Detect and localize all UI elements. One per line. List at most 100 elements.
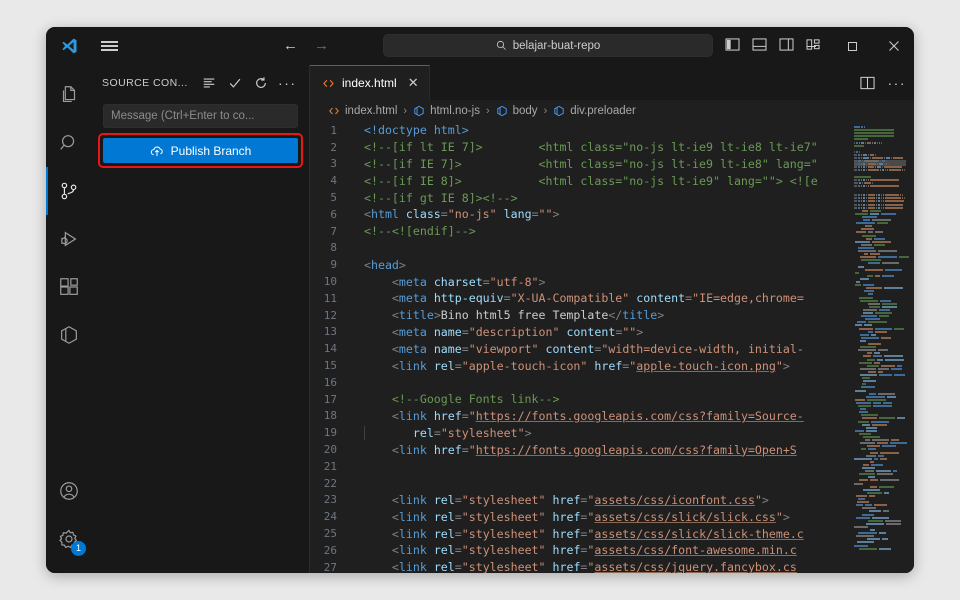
sidebar-item-extensions[interactable] (46, 263, 92, 311)
maximize-button[interactable] (832, 27, 873, 65)
minimap-line (855, 324, 862, 327)
sidebar-item-search[interactable] (46, 119, 92, 167)
minimap-line (894, 374, 905, 376)
minimap-line (861, 178, 862, 181)
minimap-line (865, 141, 866, 144)
source-control-body: Message (Ctrl+Enter to co... Publish Bra… (92, 100, 309, 168)
minimap-line (869, 305, 880, 308)
breadcrumb-item-div[interactable]: div.preloader (553, 105, 636, 117)
minimap-line (891, 157, 892, 159)
accounts-button[interactable] (46, 467, 92, 515)
minimap-line (867, 491, 882, 494)
minimap-line (879, 417, 895, 420)
code-line[interactable]: 14 <meta name="viewport" content="width=… (310, 340, 848, 357)
line-content: <title>Bino html5 free Template</title> (356, 308, 848, 322)
minimap-line (867, 141, 871, 144)
split-editor-icon[interactable] (859, 76, 875, 90)
code-line[interactable]: 23 <link rel="stylesheet" href="assets/c… (310, 492, 848, 509)
code-line[interactable]: 6 <html class="no-js" lang=""> (310, 206, 848, 223)
code-line[interactable]: 8 (310, 240, 848, 257)
toggle-panel-icon[interactable] (752, 38, 767, 51)
code-token: http-equiv (433, 291, 504, 306)
minimize-button[interactable] (791, 27, 832, 65)
breadcrumb-item-html[interactable]: html.no-js (413, 105, 480, 117)
code-token: = (461, 408, 469, 423)
close-button[interactable] (873, 27, 914, 65)
more-editor-actions-icon[interactable]: ··· (888, 76, 907, 90)
code-token: "stylesheet" (461, 526, 546, 541)
code-line[interactable]: 2 <!--[if lt IE 7]> <html class="no-js lt… (310, 139, 848, 156)
editor-tabs: index.html ✕ ··· (310, 65, 914, 100)
toggle-primary-sidebar-icon[interactable] (725, 38, 740, 51)
code-line[interactable]: 24 <link rel="stylesheet" href="assets/c… (310, 508, 848, 525)
sidebar-item-source-control[interactable] (46, 167, 92, 215)
code-token: > (782, 509, 790, 524)
minimap-line (879, 163, 883, 166)
sidebar-item-remote-explorer[interactable] (46, 311, 92, 359)
minimap-line (860, 339, 866, 342)
editor-vertical-scrollbar[interactable] (905, 122, 914, 573)
sidebar-item-explorer[interactable] (46, 71, 92, 119)
code-line[interactable]: 11 <meta http-equiv="X-UA-Compatible" co… (310, 290, 848, 307)
search-input[interactable]: belajar-buat-repo (383, 34, 713, 57)
minimap-line (870, 253, 880, 256)
code-line[interactable]: 13 <meta name="description" content=""> (310, 324, 848, 341)
code-token: <!--[if IE 8]> <html class="no-js lt-ie9… (364, 173, 818, 188)
tab-close-icon[interactable]: ✕ (408, 75, 419, 91)
commit-check-icon[interactable] (227, 74, 244, 91)
breadcrumb-item-file[interactable]: index.html (328, 105, 397, 117)
hamburger-menu-icon[interactable] (92, 39, 126, 53)
refresh-icon[interactable] (253, 74, 270, 91)
code-line[interactable]: 3 <!--[if IE 7]> <html class="no-js lt-ie… (310, 156, 848, 173)
sidebar-item-run-and-debug[interactable] (46, 215, 92, 263)
code-line[interactable]: 17 <!--Google Fonts link--> (310, 391, 848, 408)
forward-button[interactable]: → (314, 38, 329, 53)
code-token: > (657, 308, 665, 323)
code-line[interactable]: 27 <link rel="stylesheet" href="assets/c… (310, 559, 848, 573)
minimap-line (879, 308, 890, 311)
line-number: 7 (330, 224, 337, 238)
code-token: content (545, 341, 595, 356)
code-line[interactable]: 12 <title>Bino html5 free Template</titl… (310, 307, 848, 324)
code-line[interactable]: 18 <link href="https://fonts.googleapis.… (310, 408, 848, 425)
commit-message-input[interactable]: Message (Ctrl+Enter to co... (103, 104, 298, 128)
code-line[interactable]: 7 <!--<![endif]--> (310, 223, 848, 240)
back-button[interactable]: ← (283, 38, 298, 53)
code-line[interactable]: 15 <link rel="apple-touch-icon" href="ap… (310, 357, 848, 374)
manage-badge: 1 (71, 541, 86, 556)
code-line[interactable]: 10 <meta charset="utf-8"> (310, 273, 848, 290)
code-line[interactable]: 25 <link rel="stylesheet" href="assets/c… (310, 525, 848, 542)
code-line[interactable]: 22 (310, 475, 848, 492)
code-token: rel (433, 526, 455, 541)
minimap-line (863, 206, 865, 209)
code-line[interactable]: 16 (310, 374, 848, 391)
code-line[interactable]: 9 <head> (310, 256, 848, 273)
symbol-field-icon (554, 105, 564, 117)
publish-branch-button[interactable]: Publish Branch (103, 138, 298, 163)
code-line[interactable]: 26 <link rel="stylesheet" href="assets/c… (310, 542, 848, 559)
code-editor[interactable]: 1 <!doctype html> 2 <!--[if lt IE 7]> <html… (310, 122, 914, 573)
view-as-list-icon[interactable] (201, 74, 218, 91)
code-line[interactable]: 20 <link href="https://fonts.googleapis.… (310, 441, 848, 458)
minimap-line (881, 194, 882, 197)
code-line[interactable]: 1 <!doctype html> (310, 122, 848, 139)
minimap-line (868, 302, 880, 305)
tab-index-html[interactable]: index.html ✕ (310, 65, 430, 100)
line-content: <head> (356, 258, 848, 272)
minimap-line (854, 181, 858, 184)
code-lines[interactable]: 1 <!doctype html> 2 <!--[if lt IE 7]> <html… (310, 122, 848, 573)
more-actions-icon[interactable]: ··· (278, 74, 296, 91)
minimap-line (857, 321, 866, 324)
minimap-line (868, 448, 876, 451)
minimap-line (878, 203, 880, 206)
breadcrumb-item-body[interactable]: body (496, 105, 538, 117)
code-line[interactable]: 5 <!--[if gt IE 8]><!--> (310, 189, 848, 206)
code-token: = (454, 543, 462, 558)
manage-settings-button[interactable]: 1 (46, 515, 92, 563)
code-line[interactable]: 21 (310, 458, 848, 475)
line-content: <link rel="stylesheet" href="assets/css/… (356, 560, 848, 573)
minimap-line (884, 491, 889, 494)
code-line[interactable]: 4 <!--[if IE 8]> <html class="no-js lt-ie… (310, 172, 848, 189)
code-line[interactable]: 19 rel="stylesheet"> (310, 424, 848, 441)
minimap-line (863, 184, 865, 187)
